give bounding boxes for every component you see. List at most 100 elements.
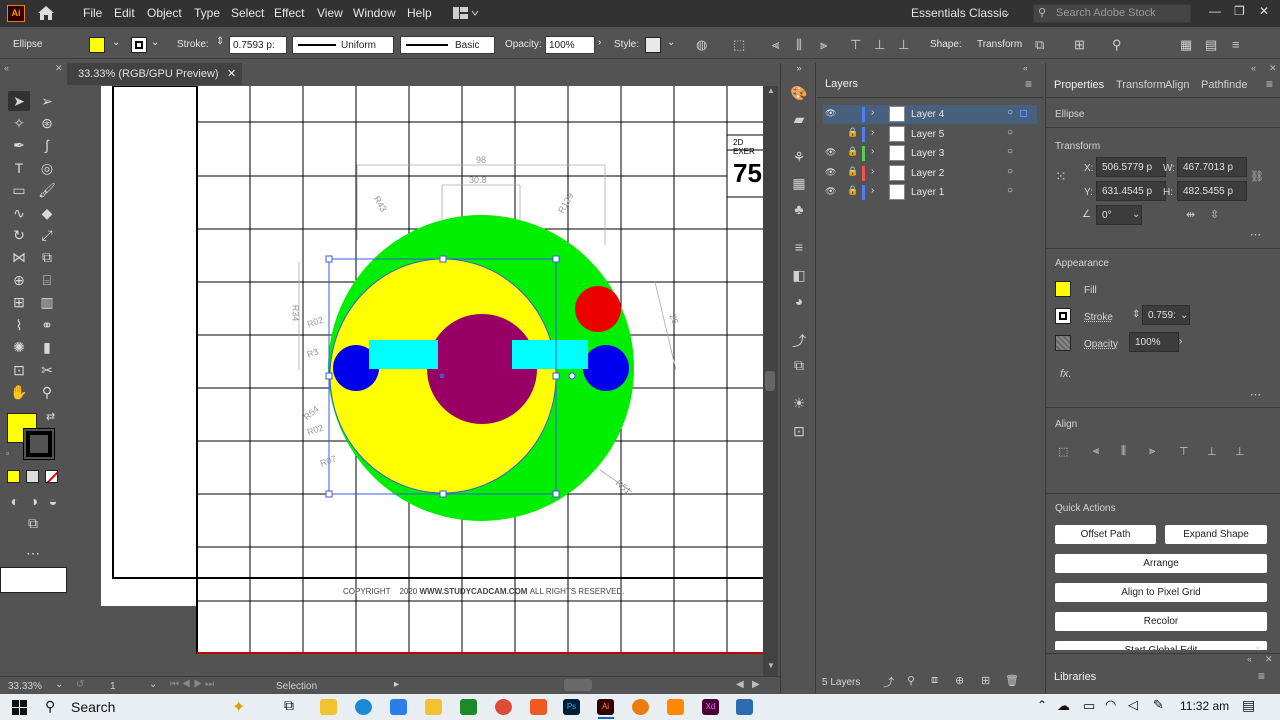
artboard-number[interactable]: 1 — [110, 681, 116, 692]
magic-wand-tool-icon[interactable]: ✧ — [8, 113, 30, 133]
chevron-up-icon[interactable]: ⌃ — [1037, 698, 1047, 712]
export-panel-icon[interactable]: ⤴ — [790, 331, 808, 349]
wifi-icon[interactable]: ◠ — [1105, 697, 1116, 713]
illustrator-taskbar-icon[interactable]: Ai — [597, 699, 614, 715]
document-tab[interactable]: 33.33% (RGB/GPU Preview) ✕ — [67, 63, 242, 85]
layer-name[interactable]: Layer 2 — [911, 168, 944, 179]
pen-tool-icon[interactable]: ✒ — [8, 135, 30, 155]
chevron-right-icon[interactable]: › — [1179, 336, 1182, 347]
layer-name[interactable]: Layer 4 — [911, 109, 944, 120]
folder-icon[interactable] — [425, 699, 442, 715]
chevron-down-icon[interactable]: ⌄ — [55, 679, 63, 690]
locate-object-icon[interactable]: ⚲ — [907, 674, 915, 687]
chevron-down-icon[interactable]: ⌄ — [1132, 209, 1140, 220]
lock-icon[interactable]: 🔒 — [847, 185, 858, 196]
battery-icon[interactable]: ▭ — [1083, 698, 1095, 714]
shape-label[interactable]: Shape: — [930, 39, 962, 50]
flip-horizontal-icon[interactable]: ⇹ — [1186, 208, 1195, 221]
panel-close-icon[interactable]: ✕ — [55, 63, 63, 74]
vlc-icon[interactable] — [667, 699, 684, 715]
align-middle-icon[interactable]: ⊥ — [874, 37, 885, 53]
collapse-icon[interactable]: « — [1251, 63, 1256, 73]
menu-type[interactable]: Type — [194, 6, 220, 20]
onedrive-icon[interactable]: ☁ — [1057, 698, 1070, 714]
color-mode-icon[interactable] — [7, 470, 20, 483]
lasso-tool-icon[interactable]: ⊛ — [36, 113, 58, 133]
libraries-tab[interactable]: Libraries — [1054, 671, 1096, 683]
expand-chevron-icon[interactable]: › — [871, 107, 874, 118]
variable-width-profile[interactable]: Uniform — [292, 36, 394, 54]
align-middle-icon[interactable]: ⊥ — [1207, 445, 1217, 458]
align-bottom-icon[interactable]: ⊥ — [1235, 445, 1245, 458]
artboard-tool-icon[interactable]: ⊡ — [8, 360, 30, 380]
stroke-swatch[interactable] — [1055, 308, 1071, 324]
swap-colors-icon[interactable]: ⇄ — [46, 410, 55, 423]
layer-row[interactable]: 🔒 › Layer 5 ○ — [823, 125, 1037, 144]
lock-icon[interactable]: 🔒 — [847, 166, 858, 177]
file-explorer-icon[interactable] — [320, 699, 337, 715]
expand-chevron-icon[interactable]: › — [871, 166, 874, 177]
chevron-down-icon[interactable]: ⌄ — [1180, 310, 1188, 321]
panel-menu-icon[interactable]: ≡ — [1258, 669, 1265, 683]
target-circle-icon[interactable]: ○ — [1007, 127, 1013, 138]
new-sublayer-icon[interactable]: ⊕ — [955, 674, 964, 687]
width-field[interactable]: 467.7013 p — [1177, 157, 1247, 177]
home-icon[interactable] — [37, 5, 55, 24]
layer-name[interactable]: Layer 1 — [911, 187, 944, 198]
maximize-icon[interactable]: ❐ — [1234, 4, 1245, 18]
align-left-icon[interactable]: ⫷ — [772, 37, 779, 53]
chevron-down-icon[interactable]: ⌄ — [151, 37, 159, 48]
close-panel-icon[interactable]: ✕ — [1269, 63, 1277, 74]
lock-icon[interactable]: 🔒 — [847, 127, 858, 138]
layer-row[interactable]: 👁 🔒 › Layer 2 ○ — [823, 164, 1037, 183]
clipping-mask-icon[interactable]: ⧈ — [931, 674, 938, 687]
expand-chevron-icon[interactable]: › — [871, 127, 874, 138]
search-icon[interactable]: ⚲ — [45, 698, 55, 715]
menu-select[interactable]: Select — [231, 6, 264, 20]
layer-name[interactable]: Layer 3 — [911, 148, 944, 159]
align-top-icon[interactable]: ⊤ — [1179, 445, 1189, 458]
shape-builder-tool-icon[interactable]: ⊕ — [8, 270, 30, 290]
tab-properties[interactable]: Properties — [1054, 79, 1104, 91]
gradient-tool-icon[interactable]: ▥ — [36, 292, 58, 312]
layer-row[interactable]: 👁 › Layer 4 ○ — [823, 105, 1037, 124]
zoom-level[interactable]: 33.33% — [8, 681, 42, 692]
lock-icon[interactable]: 🔒 — [847, 146, 858, 157]
align-center-icon[interactable]: ⫼ — [796, 37, 802, 53]
close-icon[interactable]: ✕ — [1259, 4, 1269, 18]
scale-tool-icon[interactable]: ⤢ — [36, 225, 58, 245]
excel-icon[interactable] — [460, 699, 477, 715]
copilot-icon[interactable]: ✦ — [232, 697, 245, 717]
asset-export-icon[interactable]: ⊡ — [790, 423, 808, 441]
selection-tool-icon[interactable]: ➤ — [8, 91, 30, 111]
export-icon[interactable]: ⤴ — [883, 674, 894, 690]
chevron-down-icon[interactable]: ⌄ — [112, 37, 120, 48]
menu-help[interactable]: Help — [407, 6, 432, 20]
stroke-weight-field[interactable]: 0.7593 p: — [229, 36, 287, 54]
more-options-icon[interactable]: ⋯ — [1250, 228, 1261, 241]
rectangle-tool-icon[interactable]: ▭ — [8, 180, 30, 200]
volume-icon[interactable]: ◁ — [1128, 697, 1138, 713]
panel-menu-icon[interactable]: ≡ — [1025, 77, 1032, 91]
slice-tool-icon[interactable]: ✂ — [36, 360, 58, 380]
edit-toolbar-icon[interactable]: ⋯ — [22, 543, 44, 563]
fx-icon[interactable]: fx. — [1060, 368, 1072, 380]
layer-row[interactable]: 👁 🔒 › Layer 3 ○ — [823, 144, 1037, 163]
close-panel-icon[interactable]: ✕ — [1265, 654, 1273, 665]
menu-object[interactable]: Object — [147, 6, 182, 20]
fill-swatch[interactable] — [89, 37, 105, 53]
libraries-panel-icon[interactable]: ▰ — [790, 111, 808, 129]
target-circle-icon[interactable]: ○ — [1007, 185, 1013, 196]
stroke-color-swatch[interactable] — [24, 429, 54, 459]
spiral-tool-icon[interactable]: ◎ — [36, 158, 58, 178]
canvas[interactable]: 2D EXER 75 98 30.8 R43 R129 R34 R02 R54 … — [67, 86, 763, 676]
rotate-tool-icon[interactable]: ↻ — [8, 225, 30, 245]
chevron-down-icon[interactable]: ⌄ — [667, 37, 675, 48]
align-to-icon[interactable]: ⬚ — [733, 37, 745, 53]
align-pixel-grid-button[interactable]: Align to Pixel Grid — [1055, 583, 1267, 602]
chevron-down-icon[interactable]: ⌄ — [1254, 641, 1262, 652]
target-circle-icon[interactable]: ○ — [1007, 146, 1013, 157]
draw-inside-icon[interactable]: ◒ — [42, 491, 64, 511]
brush-definition[interactable]: Basic — [400, 36, 495, 54]
visibility-eye-icon[interactable]: 👁 — [825, 147, 836, 158]
